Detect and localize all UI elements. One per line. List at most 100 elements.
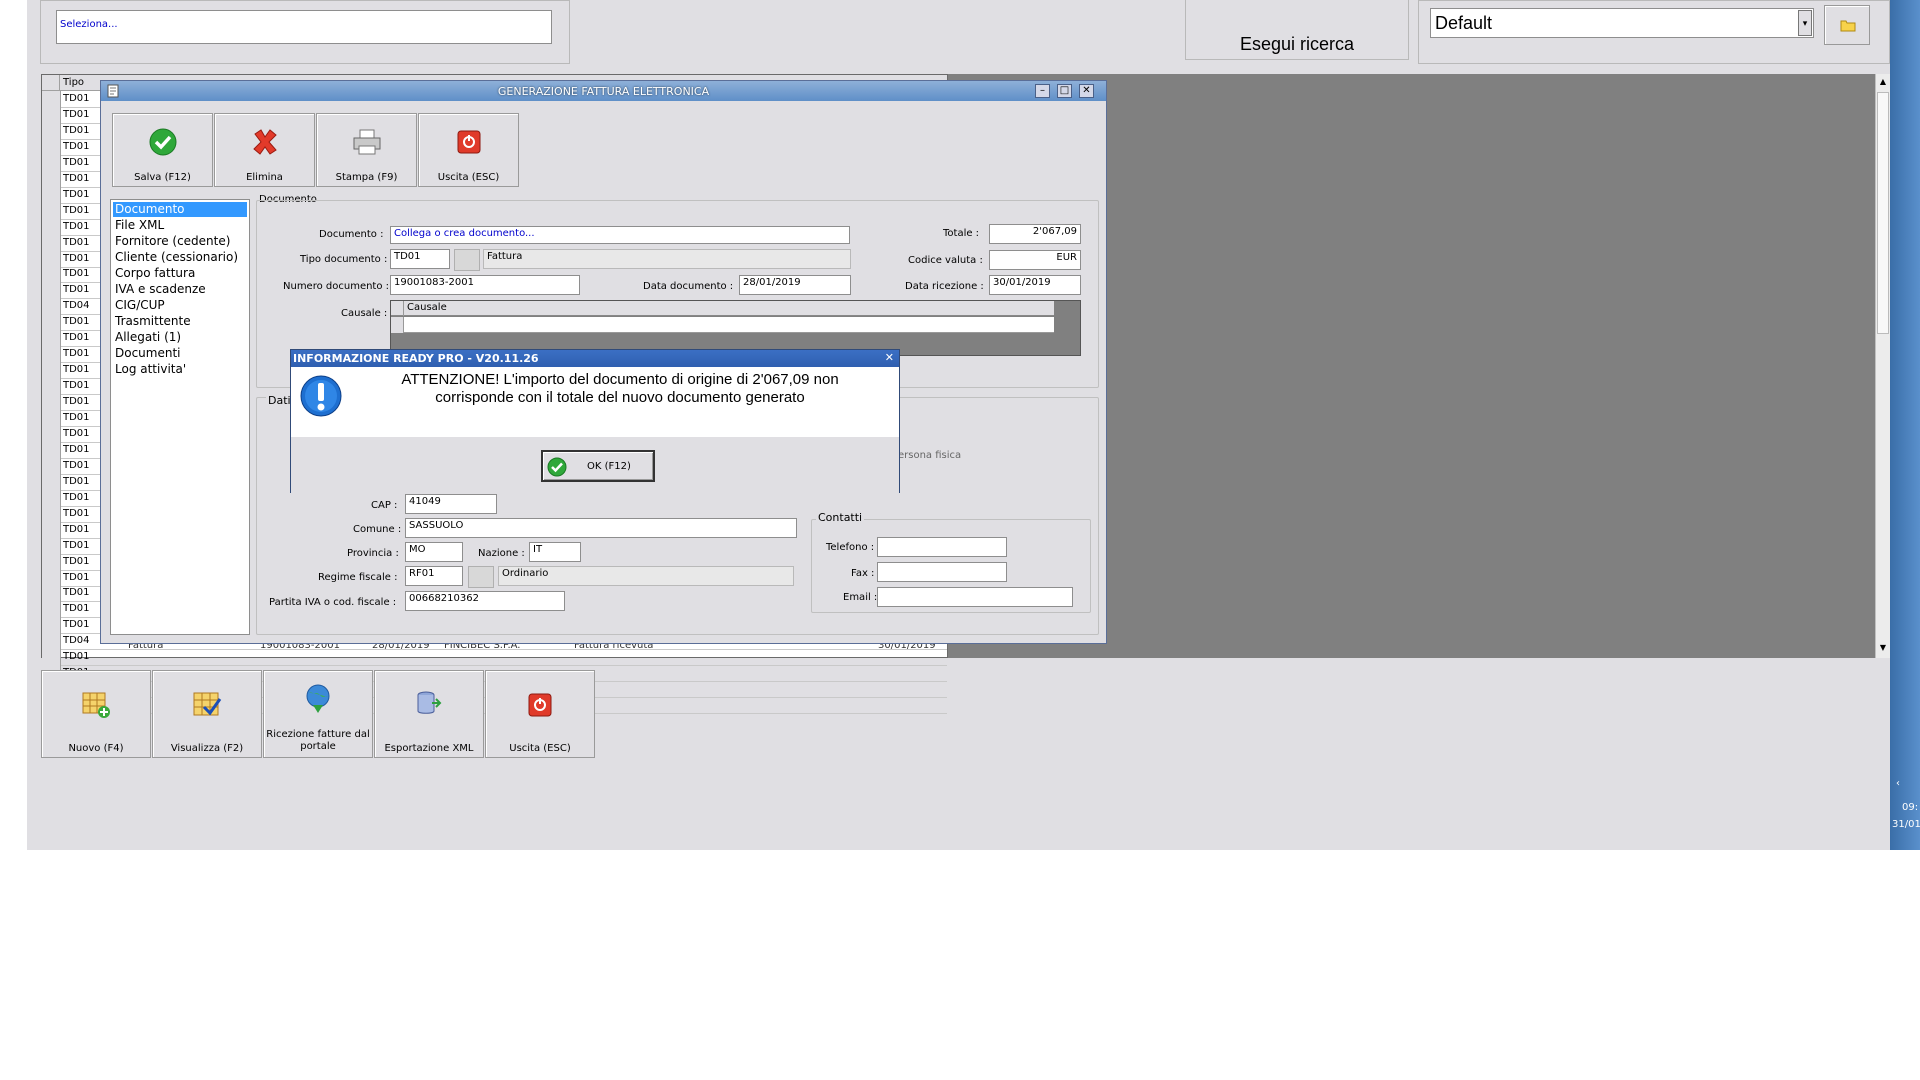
provincia-field[interactable]: MO	[405, 542, 463, 562]
taskbar-arrow-icon[interactable]: ‹	[1896, 778, 1900, 789]
cap-field[interactable]: 41049	[405, 494, 497, 514]
numero-documento-field[interactable]: 19001083-2001	[390, 275, 580, 295]
layout-select[interactable]: Default	[1430, 8, 1814, 38]
row-header[interactable]	[42, 569, 61, 587]
new-button[interactable]: Nuovo (F4)	[41, 670, 151, 758]
row-header[interactable]	[42, 266, 61, 284]
row-header[interactable]	[42, 282, 61, 300]
data-ricezione-field[interactable]: 30/01/2019	[989, 275, 1081, 295]
nazione-field[interactable]: IT	[529, 542, 581, 562]
row-header[interactable]	[42, 154, 61, 172]
row-header[interactable]	[42, 394, 61, 412]
row-header[interactable]	[42, 441, 61, 459]
row-header[interactable]	[42, 537, 61, 555]
row-header[interactable]	[42, 457, 61, 475]
row-header[interactable]	[42, 138, 61, 156]
nav-item[interactable]: Documento	[113, 202, 247, 217]
row-header[interactable]	[42, 633, 61, 651]
fax-field[interactable]	[877, 562, 1007, 582]
row-header[interactable]	[42, 410, 61, 427]
causale-table[interactable]: Causale	[390, 300, 1081, 356]
message-close-icon[interactable]: ✕	[885, 351, 894, 364]
row-header[interactable]	[42, 425, 61, 443]
view-button[interactable]: Visualizza (F2)	[152, 670, 262, 758]
folder-button[interactable]	[1824, 5, 1870, 45]
print-button-label: Stampa (F9)	[335, 172, 398, 183]
message-titlebar[interactable]: INFORMAZIONE READY PRO - V20.11.26 ✕	[291, 350, 899, 367]
nav-item[interactable]: Corpo fattura	[113, 266, 247, 281]
dialog-titlebar[interactable]: GENERAZIONE FATTURA ELETTRONICA – □ ✕	[101, 81, 1106, 101]
tipo-documento-field[interactable]: TD01	[390, 249, 450, 269]
vertical-scrollbar[interactable]: ▲ ▼	[1875, 74, 1890, 658]
row-header[interactable]	[42, 378, 61, 396]
causale-row[interactable]	[391, 317, 1054, 333]
row-header[interactable]	[42, 202, 61, 220]
row-header[interactable]	[42, 521, 61, 539]
row-header[interactable]	[42, 170, 61, 188]
search-button[interactable]: Esegui ricerca	[1185, 0, 1409, 60]
nav-item[interactable]: Documenti	[113, 346, 247, 361]
row-header[interactable]	[42, 122, 61, 140]
exit-button[interactable]: Uscita (ESC)	[485, 670, 595, 758]
row-header[interactable]	[42, 346, 61, 364]
print-button[interactable]: Stampa (F9)	[316, 113, 417, 187]
comune-field[interactable]: SASSUOLO	[405, 518, 797, 538]
row-header[interactable]	[42, 186, 61, 204]
row-header[interactable]	[42, 330, 61, 348]
nav-item[interactable]: CIG/CUP	[113, 298, 247, 313]
export-xml-button[interactable]: Esportazione XML	[374, 670, 484, 758]
row-header[interactable]	[42, 106, 61, 124]
nav-item[interactable]: Log attivita'	[113, 362, 247, 377]
row-header[interactable]	[42, 218, 61, 236]
totale-field[interactable]: 2'067,09	[989, 224, 1081, 244]
regime-fiscale-field[interactable]: RF01	[405, 566, 463, 586]
row-header[interactable]	[42, 314, 61, 332]
row-header[interactable]	[42, 234, 61, 252]
delete-button[interactable]: Elimina	[214, 113, 315, 187]
ok-button[interactable]: OK (F12)	[541, 450, 655, 482]
totale-label: Totale :	[943, 228, 980, 239]
row-header[interactable]	[42, 298, 61, 316]
nav-item[interactable]: IVA e scadenze	[113, 282, 247, 297]
data-documento-field[interactable]: 28/01/2019	[739, 275, 851, 295]
nav-item[interactable]: Fornitore (cedente)	[113, 234, 247, 249]
documento-link-field[interactable]: Collega o crea documento...	[390, 226, 850, 244]
row-header[interactable]	[42, 617, 61, 635]
scroll-thumb[interactable]	[1877, 92, 1889, 334]
codice-valuta-field[interactable]: EUR	[989, 250, 1081, 270]
grid-header-tipo[interactable]: Tipo	[63, 77, 84, 88]
nav-item[interactable]: Cliente (cessionario)	[113, 250, 247, 265]
maximize-icon[interactable]: □	[1057, 84, 1072, 98]
scroll-up-icon[interactable]: ▲	[1876, 74, 1890, 90]
row-header[interactable]	[42, 473, 61, 491]
tipo-cell: TD01	[63, 523, 90, 535]
dialog-exit-button[interactable]: Uscita (ESC)	[418, 113, 519, 187]
row-header[interactable]	[42, 601, 61, 619]
save-button[interactable]: Salva (F12)	[112, 113, 213, 187]
row-header[interactable]	[42, 585, 61, 603]
row-header[interactable]	[42, 362, 61, 380]
tipo-lookup-button[interactable]	[454, 249, 480, 271]
receive-portal-button[interactable]: Ricezione fatture dal portale	[263, 670, 373, 758]
minimize-icon[interactable]: –	[1035, 84, 1050, 98]
scroll-down-icon[interactable]: ▼	[1876, 640, 1890, 656]
row-header[interactable]	[42, 250, 61, 268]
new-button-label: Nuovo (F4)	[68, 743, 124, 754]
close-icon[interactable]: ✕	[1079, 84, 1094, 98]
clock-date: 31/01/	[1892, 819, 1920, 830]
nav-item[interactable]: Allegati (1)	[113, 330, 247, 345]
row-header[interactable]	[42, 649, 61, 667]
piva-field[interactable]: 00668210362	[405, 591, 565, 611]
selection-field[interactable]: Seleziona...	[56, 10, 552, 44]
row-header[interactable]	[42, 505, 61, 523]
row-header[interactable]	[42, 91, 61, 108]
nav-item[interactable]: Trasmittente	[113, 314, 247, 329]
regime-lookup-button[interactable]	[468, 566, 494, 588]
chevron-down-icon[interactable]: ▾	[1798, 10, 1812, 36]
email-field[interactable]	[877, 587, 1073, 607]
telefono-field[interactable]	[877, 537, 1007, 557]
tipo-cell: TD01	[63, 364, 90, 376]
nav-item[interactable]: File XML	[113, 218, 247, 233]
row-header[interactable]	[42, 553, 61, 571]
row-header[interactable]	[42, 489, 61, 507]
